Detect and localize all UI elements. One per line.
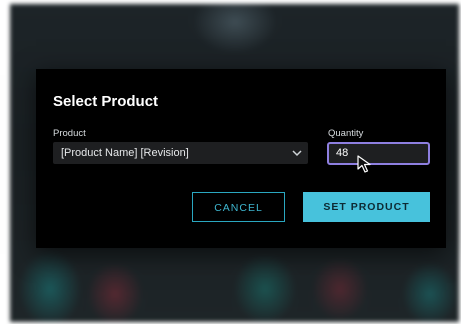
product-select[interactable]: [Product Name] [Revision] — [53, 142, 308, 164]
product-label: Product — [53, 128, 86, 139]
select-product-dialog: Select Product Product [Product Name] [R… — [36, 69, 446, 248]
set-product-button[interactable]: SET PRODUCT — [303, 192, 430, 222]
quantity-value: 48 — [336, 147, 349, 159]
quantity-input[interactable]: 48 — [327, 142, 430, 165]
cancel-button[interactable]: CANCEL — [192, 192, 285, 222]
product-selected-value: [Product Name] [Revision] — [61, 147, 189, 159]
chevron-down-icon — [292, 150, 302, 157]
quantity-label: Quantity — [328, 128, 364, 139]
mouse-pointer-icon — [357, 155, 371, 173]
dialog-title: Select Product — [53, 93, 159, 110]
